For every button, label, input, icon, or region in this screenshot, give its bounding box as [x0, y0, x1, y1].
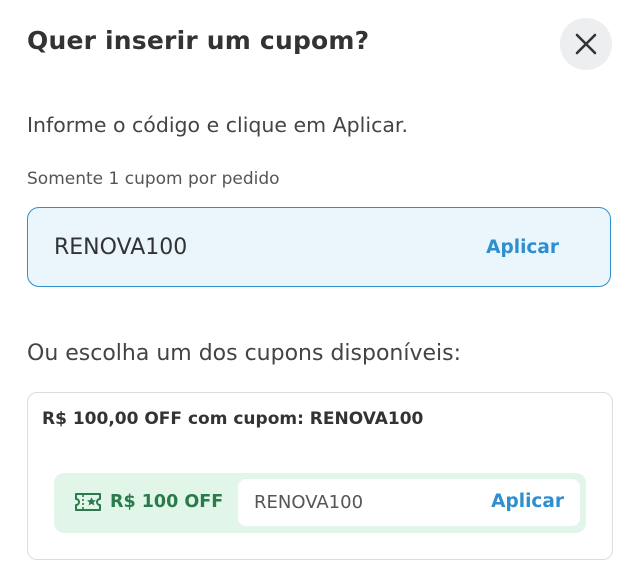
apply-button[interactable]: Aplicar	[486, 237, 559, 258]
close-icon	[575, 33, 597, 55]
coupon-badge-label: R$ 100 OFF	[110, 492, 224, 512]
coupon-option[interactable]: R$ 100 OFF RENOVA100 Aplicar	[54, 473, 586, 533]
coupon-card: R$ 100,00 OFF com cupom: RENOVA100 R$ 10…	[27, 392, 613, 560]
coupon-badge: R$ 100 OFF	[74, 492, 223, 512]
coupon-code: RENOVA100	[254, 492, 364, 513]
coupon-code-input[interactable]: RENOVA100 Aplicar	[27, 207, 611, 287]
ticket-star-icon	[75, 493, 101, 511]
coupon-apply-button[interactable]: Aplicar	[491, 491, 564, 512]
close-button[interactable]	[560, 18, 612, 70]
coupon-code-box: RENOVA100 Aplicar	[238, 479, 580, 526]
limit-note: Somente 1 cupom por pedido	[27, 169, 280, 189]
coupon-code-value[interactable]: RENOVA100	[54, 235, 187, 260]
coupon-card-title: R$ 100,00 OFF com cupom: RENOVA100	[42, 409, 424, 429]
available-coupons-heading: Ou escolha um dos cupons disponíveis:	[27, 341, 462, 366]
modal-title: Quer inserir um cupom?	[27, 26, 370, 55]
coupon-modal: Quer inserir um cupom? Informe o código …	[0, 0, 640, 568]
instruction-text: Informe o código e clique em Aplicar.	[27, 113, 408, 137]
